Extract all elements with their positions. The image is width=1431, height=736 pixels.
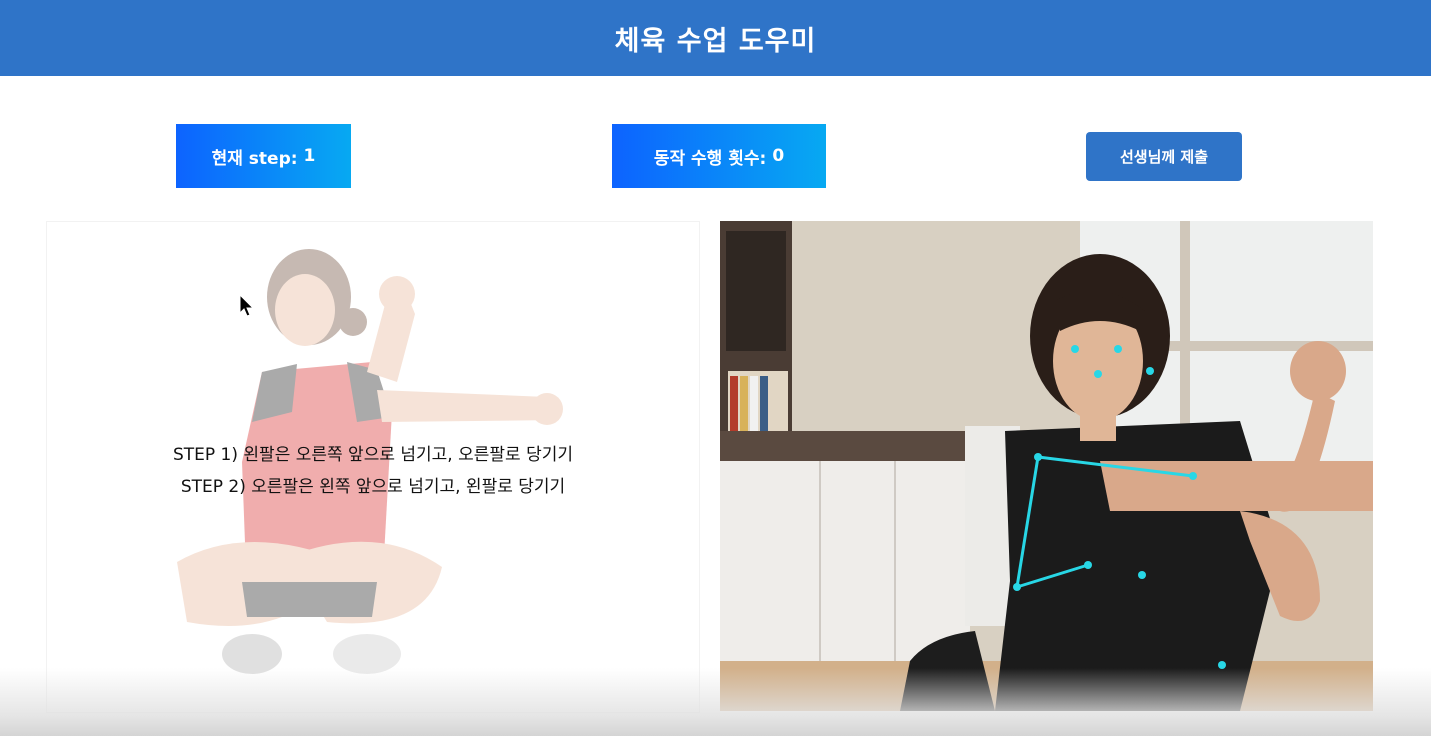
webcam-image: [720, 221, 1373, 711]
instruction-step-1: STEP 1) 왼팔은 오른쪽 앞으로 넘기고, 오른팔로 당기기: [172, 445, 573, 465]
submit-to-teacher-button[interactable]: 선생님께 제출: [1086, 132, 1242, 181]
current-step-value: 1: [303, 146, 316, 166]
repetition-count-badge: 동작 수행 횟수: 0: [612, 124, 826, 188]
repetition-count-value: 0: [772, 146, 785, 166]
mouse-cursor-icon: [239, 293, 255, 322]
reference-exercise-panel: STEP 1) 왼팔은 오른쪽 앞으로 넘기고, 오른팔로 당기기 STEP 2…: [46, 221, 700, 713]
current-step-badge: 현재 step: 1: [176, 124, 351, 188]
app-title: 체육 수업 도우미: [614, 25, 817, 57]
header-bar: 체육 수업 도우미: [0, 0, 1431, 76]
webcam-feed-panel: [720, 221, 1373, 711]
instruction-step-2: STEP 2) 오른팔은 왼쪽 앞으로 넘기고, 왼팔로 당기기: [180, 477, 566, 497]
repetition-count-label: 동작 수행 횟수:: [653, 148, 767, 169]
current-step-label: 현재 step:: [211, 148, 298, 169]
reference-pose-image: [177, 249, 563, 674]
